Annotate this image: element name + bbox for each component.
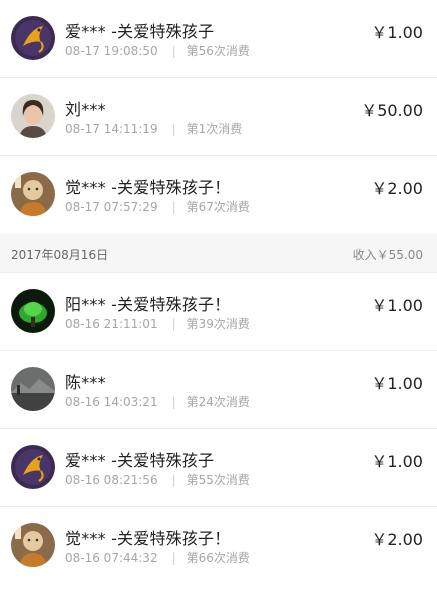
- transaction-list: 爱*** -关爱特殊孩子 08-17 19:08:50 | 第56次消费 ￥1.00…: [0, 0, 437, 585]
- transaction-time: 08-16 14:03:21: [65, 395, 158, 409]
- transaction-count: 第67次消费: [186, 200, 250, 214]
- meta-divider: |: [171, 395, 176, 409]
- transaction-amount: ￥1.00: [371, 296, 423, 315]
- meta-divider: |: [171, 473, 176, 487]
- monk-avatar-icon: [11, 172, 55, 216]
- transaction-row[interactable]: 爱*** -关爱特殊孩子 08-16 08:21:56 | 第55次消费 ￥1.00: [0, 429, 437, 507]
- transaction-time: 08-17 14:11:19: [65, 122, 158, 136]
- fish-avatar-icon: [11, 445, 55, 489]
- transaction-time: 08-17 19:08:50: [65, 44, 158, 58]
- transaction-row[interactable]: 阳*** -关爱特殊孩子！ 08-16 21:11:01 | 第39次消费 ￥1.0…: [0, 273, 437, 351]
- transaction-meta: 08-16 08:21:56 | 第55次消费: [65, 471, 250, 488]
- transaction-count: 第24次消费: [186, 395, 250, 409]
- meta-divider: |: [171, 317, 176, 331]
- woman-avatar-icon: [11, 94, 55, 138]
- landscape-avatar-icon: [11, 367, 55, 411]
- transaction-time: 08-16 07:44:32: [65, 551, 158, 565]
- donor-name: 阳*** -关爱特殊孩子！: [65, 295, 231, 314]
- transaction-count: 第39次消费: [186, 317, 250, 331]
- transaction-row[interactable]: 觉*** -关爱特殊孩子！ 08-16 07:44:32 | 第66次消费 ￥2.0…: [0, 507, 437, 585]
- transaction-time: 08-16 21:11:01: [65, 317, 158, 331]
- transaction-count: 第66次消费: [186, 551, 250, 565]
- transaction-row[interactable]: 陈*** 08-16 14:03:21 | 第24次消费 ￥1.00: [0, 351, 437, 429]
- transaction-row[interactable]: 爱*** -关爱特殊孩子 08-17 19:08:50 | 第56次消费 ￥1.00: [0, 0, 437, 78]
- donor-name: 爱*** -关爱特殊孩子: [65, 22, 215, 41]
- monk-avatar-icon: [11, 523, 55, 567]
- transaction-amount: ￥1.00: [371, 374, 423, 393]
- transaction-count: 第55次消费: [186, 473, 250, 487]
- donor-name: 觉*** -关爱特殊孩子！: [65, 529, 231, 548]
- donor-name: 刘***: [65, 100, 106, 119]
- transaction-row[interactable]: 刘*** 08-17 14:11:19 | 第1次消费 ￥50.00: [0, 78, 437, 156]
- transaction-meta: 08-17 07:57:29 | 第67次消费: [65, 198, 250, 215]
- group-date: 2017年08月16日: [11, 248, 109, 262]
- transaction-amount: ￥2.00: [371, 179, 423, 198]
- transaction-count: 第1次消费: [186, 122, 243, 136]
- transaction-count: 第56次消费: [186, 44, 250, 58]
- meta-divider: |: [171, 551, 176, 565]
- transaction-time: 08-17 07:57:29: [65, 200, 158, 214]
- meta-divider: |: [171, 200, 176, 214]
- transaction-amount: ￥1.00: [371, 23, 423, 42]
- transaction-meta: 08-16 21:11:01 | 第39次消费: [65, 315, 250, 332]
- transaction-time: 08-16 08:21:56: [65, 473, 158, 487]
- transaction-meta: 08-16 14:03:21 | 第24次消费: [65, 393, 250, 410]
- transaction-meta: 08-17 14:11:19 | 第1次消费: [65, 120, 242, 137]
- transaction-meta: 08-16 07:44:32 | 第66次消费: [65, 549, 250, 566]
- transaction-amount: ￥1.00: [371, 452, 423, 471]
- donor-name: 觉*** -关爱特殊孩子！: [65, 178, 231, 197]
- date-group-header: 2017年08月16日 收入￥55.00: [0, 234, 437, 273]
- donor-name: 爱*** -关爱特殊孩子: [65, 451, 215, 470]
- group-income: 收入￥55.00: [352, 248, 423, 262]
- transaction-amount: ￥50.00: [361, 101, 423, 120]
- transaction-amount: ￥2.00: [371, 530, 423, 549]
- meta-divider: |: [171, 122, 176, 136]
- meta-divider: |: [171, 44, 176, 58]
- fish-avatar-icon: [11, 16, 55, 60]
- green-jade-avatar-icon: [11, 289, 55, 333]
- transaction-row[interactable]: 觉*** -关爱特殊孩子！ 08-17 07:57:29 | 第67次消费 ￥2.0…: [0, 156, 437, 234]
- transaction-meta: 08-17 19:08:50 | 第56次消费: [65, 42, 250, 59]
- donor-name: 陈***: [65, 373, 106, 392]
